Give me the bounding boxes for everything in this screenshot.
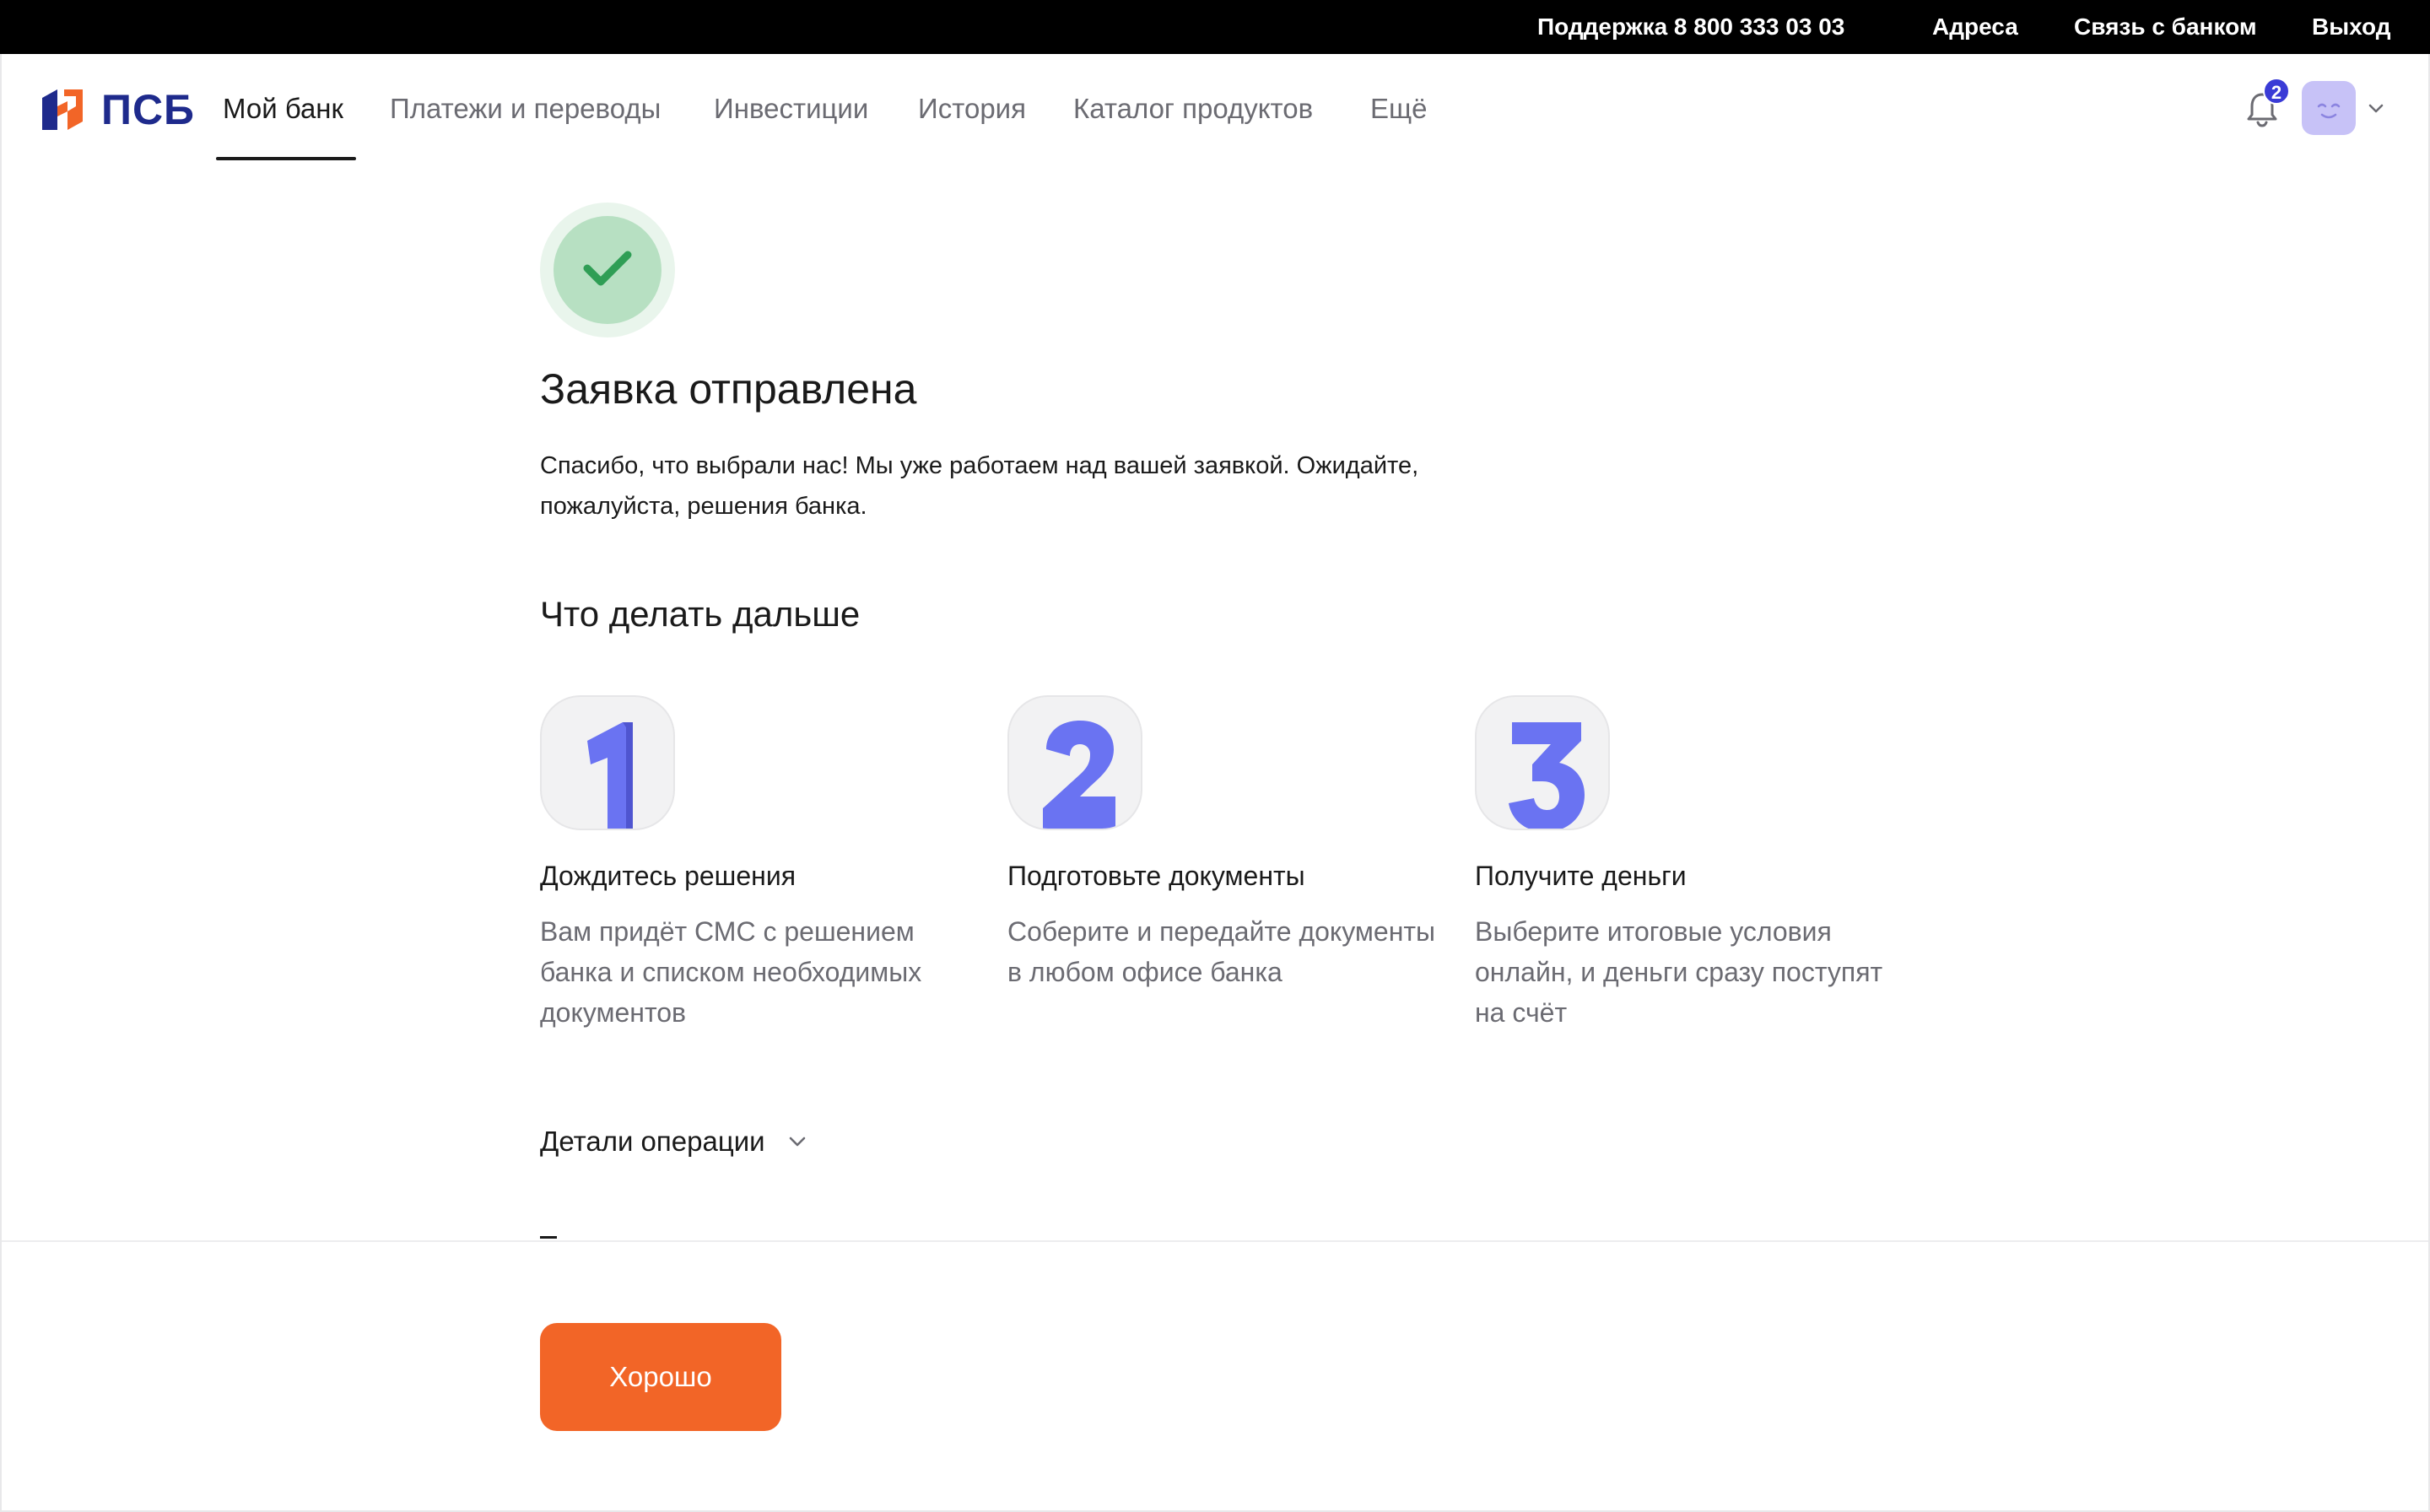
number-two-icon (1043, 721, 1115, 829)
nav-more[interactable]: Ещё (1370, 88, 1428, 130)
ok-button[interactable]: Хорошо (540, 1323, 781, 1431)
bottom-action-bar (2, 1240, 2428, 1510)
top-utility-bar: Поддержка 8 800 333 03 03 Адреса Связь с… (0, 0, 2430, 54)
step-description: Вам придёт СМС с решением банка и списко… (540, 916, 922, 1028)
nav-catalog[interactable]: Каталог продуктов (1073, 88, 1313, 130)
psb-logo-icon (42, 89, 83, 130)
number-three-icon (1509, 722, 1585, 829)
support-phone-link[interactable]: Поддержка 8 800 333 03 03 (1537, 0, 1844, 54)
step-number-badge (1475, 695, 1610, 830)
confirmation-message: Спасибо, что выбрали нас! Мы уже работае… (540, 452, 1419, 520)
step-title: Подготовьте документы (1007, 861, 1305, 891)
chevron-down-icon (789, 1137, 805, 1147)
nav-active-indicator (216, 157, 356, 160)
next-steps-heading: Что делать дальше (540, 594, 861, 634)
nav-investments[interactable]: Инвестиции (714, 88, 868, 130)
step-item: Подготовьте документы Соберите и передай… (1007, 695, 1446, 987)
step-title: Дождитесь решения (540, 861, 796, 891)
logout-link[interactable]: Выход (2312, 0, 2391, 54)
contact-bank-link[interactable]: Связь с банком (2074, 0, 2257, 54)
step-item: Получите деньги Выберите итоговые услови… (1475, 695, 1914, 1028)
operation-details-toggle[interactable]: Детали операции (540, 1120, 809, 1163)
checkmark-icon (583, 251, 632, 286)
notification-badge: 2 (2263, 78, 2290, 105)
step-description: Соберите и передайте документы в любом о… (1007, 916, 1436, 987)
step-item: Дождитесь решения Вам придёт СМС с решен… (540, 695, 979, 1028)
chevron-down-icon[interactable] (2366, 98, 2386, 118)
step-number-badge (1007, 695, 1142, 830)
nav-history[interactable]: История (918, 88, 1026, 130)
psb-logo[interactable]: ПСБ (39, 84, 195, 135)
logo-text: ПСБ (101, 86, 195, 133)
operation-details-label: Детали операции (540, 1126, 765, 1157)
page-title: Заявка отправлена (540, 365, 917, 413)
number-one-icon (587, 722, 633, 829)
avatar-face-icon (2317, 103, 2341, 119)
nav-payments[interactable]: Платежи и переводы (390, 88, 661, 130)
step-title: Получите деньги (1475, 861, 1687, 891)
addresses-link[interactable]: Адреса (1932, 0, 2018, 54)
step-description: Выберите итоговые условия онлайн, и день… (1475, 916, 1883, 1028)
success-icon (540, 202, 675, 338)
avatar[interactable] (2302, 81, 2356, 135)
nav-my-bank[interactable]: Мой банк (223, 88, 343, 130)
clipped-content-edge (540, 1234, 565, 1240)
step-number-badge (540, 695, 675, 830)
